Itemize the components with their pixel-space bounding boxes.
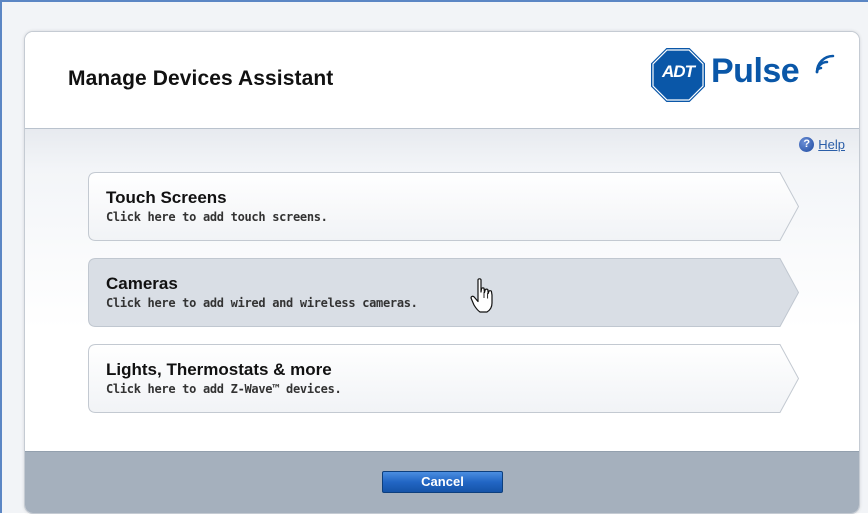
signal-waves-icon xyxy=(815,54,835,74)
option-lights-thermostats[interactable]: Lights, Thermostats & more Click here to… xyxy=(88,344,800,413)
help-link-container[interactable]: ? Help xyxy=(799,137,845,152)
option-title: Cameras xyxy=(106,274,178,293)
option-subtitle: Click here to add wired and wireless cam… xyxy=(106,296,418,310)
dialog-header: Manage Devices Assistant ADT Pulse xyxy=(25,32,859,129)
option-title: Lights, Thermostats & more xyxy=(106,360,332,379)
option-subtitle: Click here to add Z-Wave™ devices. xyxy=(106,382,342,396)
adt-pulse-logo: ADT Pulse xyxy=(649,46,849,106)
pulse-wordmark: Pulse xyxy=(711,52,800,90)
option-title: Touch Screens xyxy=(106,188,227,207)
window-frame: Manage Devices Assistant ADT Pulse ? Hel… xyxy=(0,0,868,514)
option-card-shape xyxy=(88,258,800,327)
hand-pointer-cursor-icon xyxy=(470,278,493,313)
cancel-button[interactable]: Cancel xyxy=(382,471,503,493)
dialog-footer: Cancel xyxy=(25,451,859,513)
dialog-content: ? Help Touch Screens Click here to add t… xyxy=(25,129,859,451)
option-cameras[interactable]: Cameras Click here to add wired and wire… xyxy=(88,258,800,327)
dialog-title: Manage Devices Assistant xyxy=(68,67,334,90)
question-icon[interactable]: ? xyxy=(799,137,815,152)
manage-devices-dialog: Manage Devices Assistant ADT Pulse ? Hel… xyxy=(24,31,860,514)
help-link[interactable]: Help xyxy=(818,137,845,152)
option-touch-screens[interactable]: Touch Screens Click here to add touch sc… xyxy=(88,172,800,241)
adt-badge-text: ADT xyxy=(662,62,695,81)
option-subtitle: Click here to add touch screens. xyxy=(106,210,328,224)
